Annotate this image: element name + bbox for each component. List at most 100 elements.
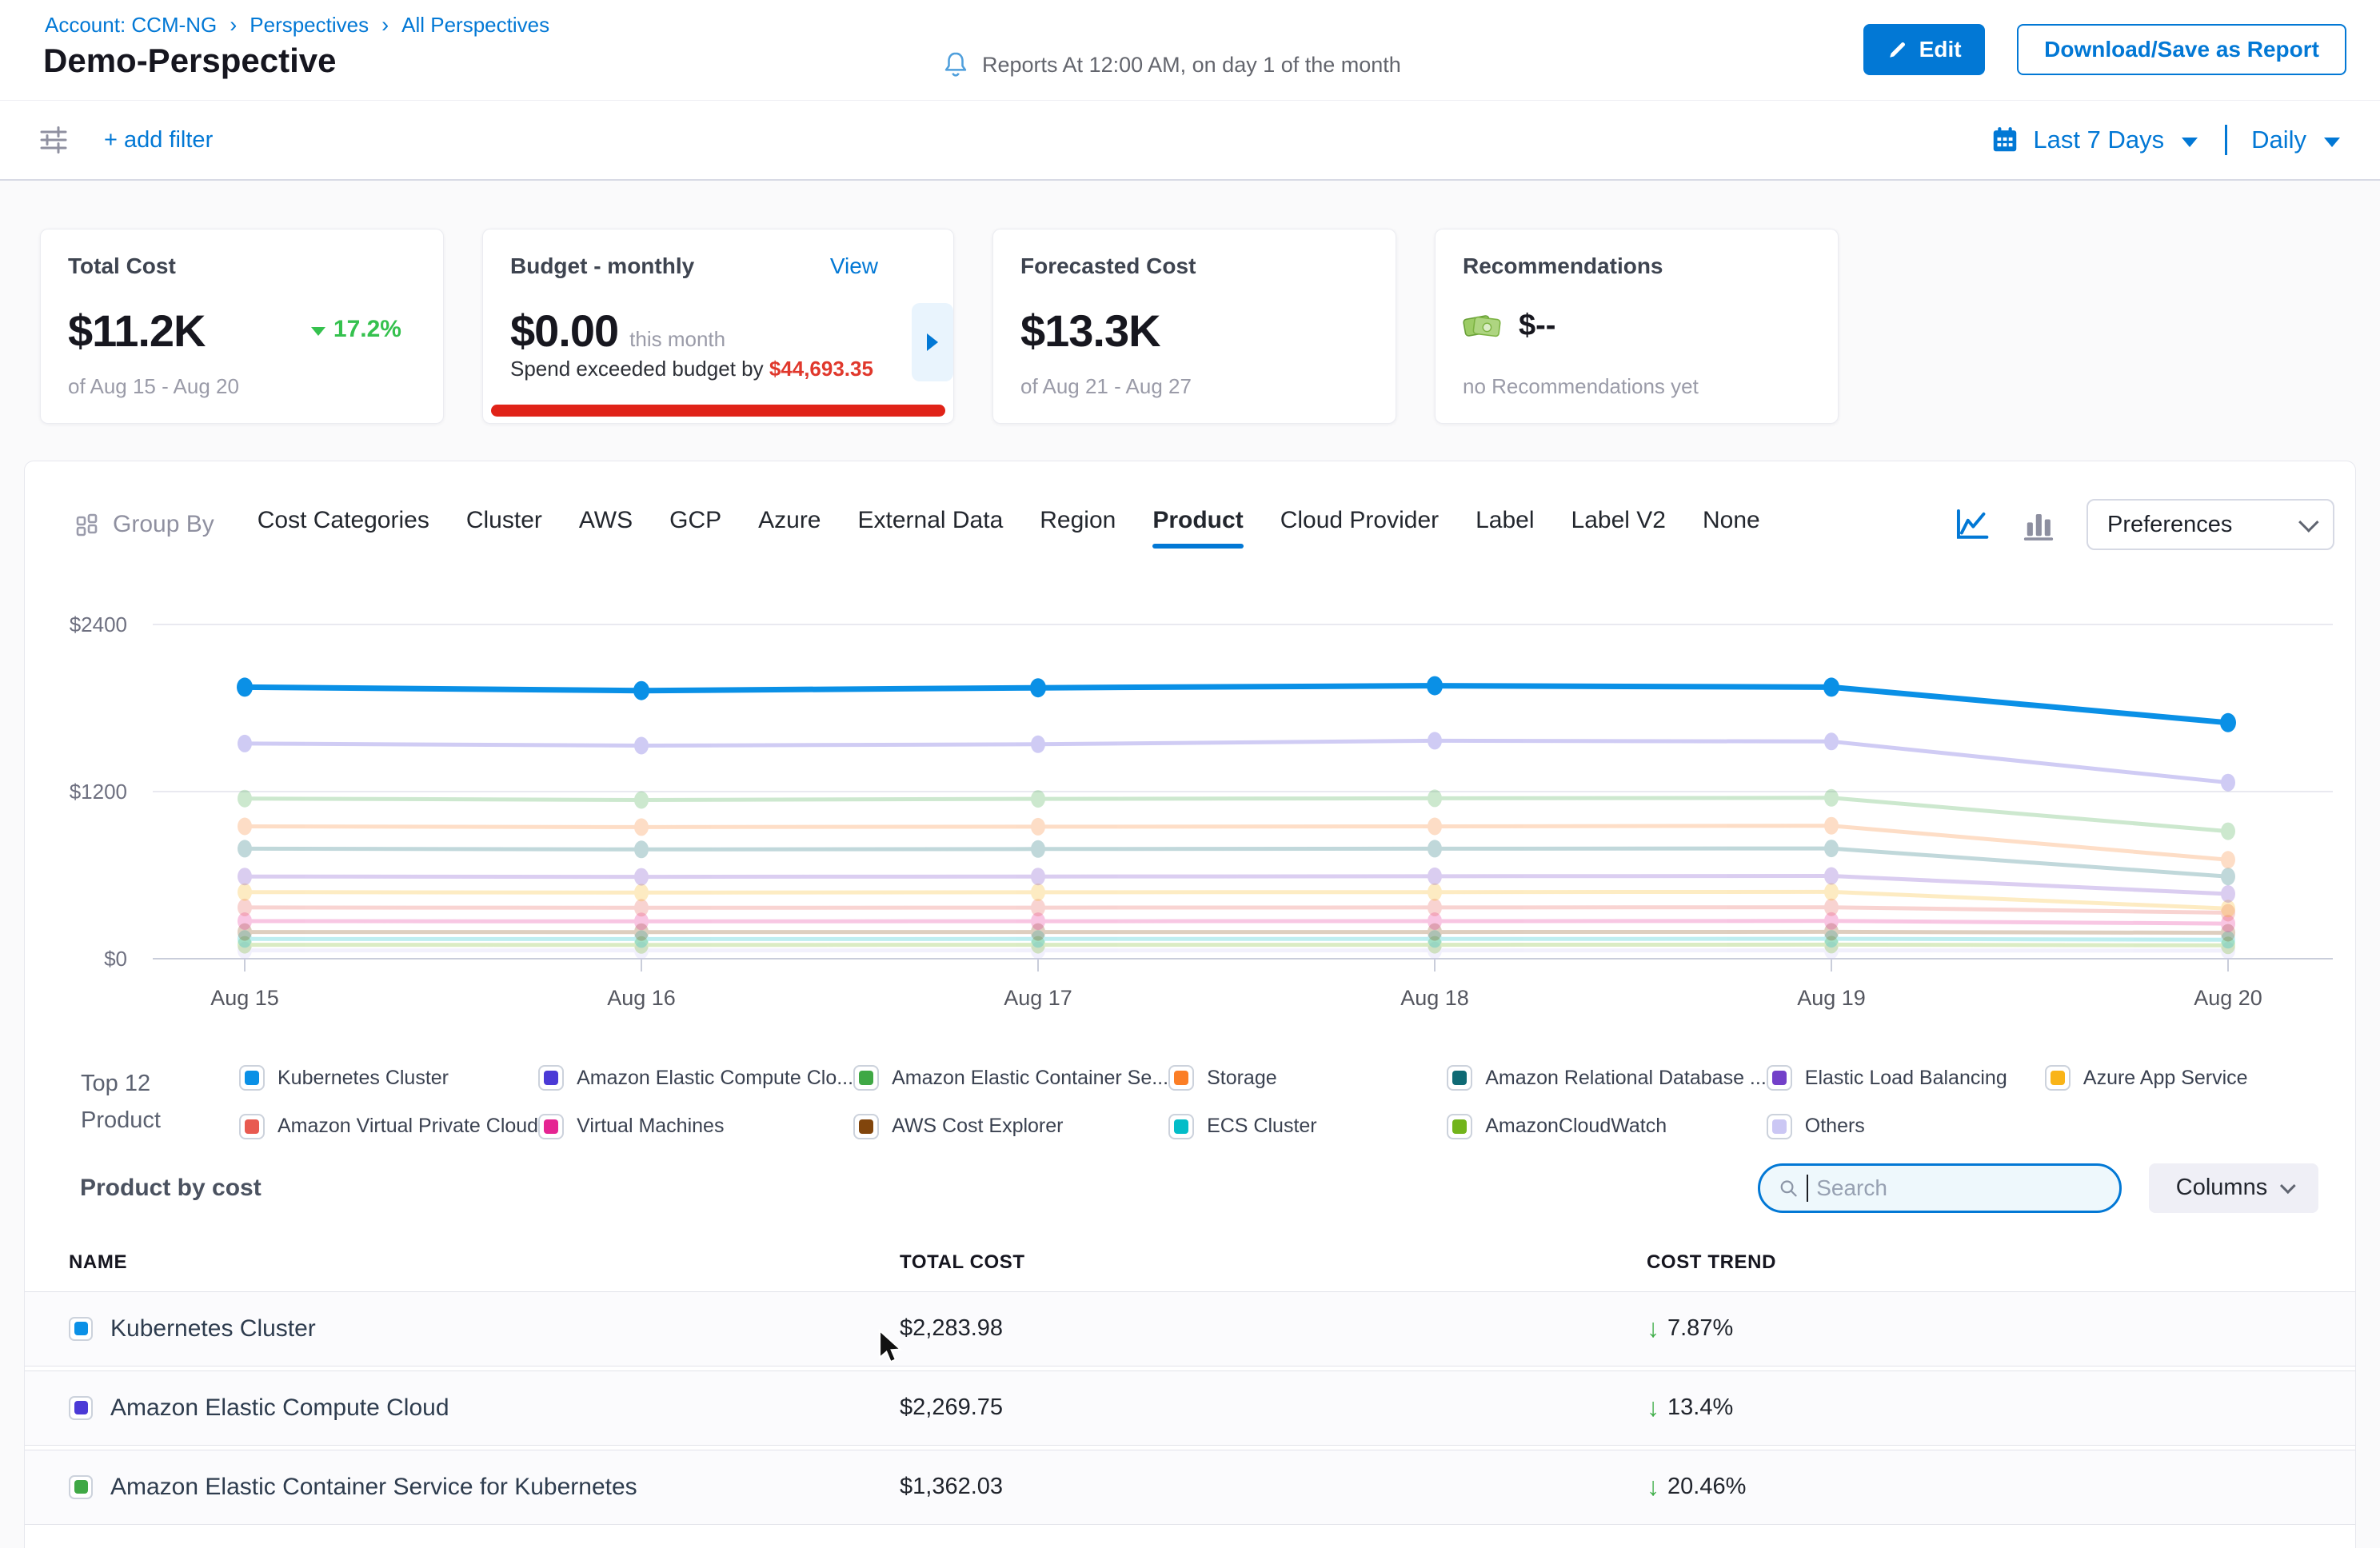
budget-expand-button[interactable] <box>912 303 953 381</box>
granularity-selector[interactable]: Daily <box>2251 126 2306 154</box>
color-swatch <box>853 1114 879 1139</box>
group-by-row: Group By Cost Categories Cluster AWS GCP Azu… <box>25 490 2355 559</box>
legend-label: Virtual Machines <box>577 1115 724 1138</box>
recommendations-empty-text: no Recommendations yet <box>1463 374 1699 399</box>
tab-label[interactable]: Label <box>1476 507 1534 542</box>
budget-value: $0.00 <box>510 305 618 357</box>
table-toolbar: Product by cost Columns <box>25 1163 2355 1213</box>
x-axis-label: Aug 18 <box>1400 986 1469 1010</box>
table-row-amazon-elastic-container-service-for-kubernetes[interactable]: Amazon Elastic Container Service for Kub… <box>25 1450 2355 1525</box>
color-swatch <box>1168 1114 1194 1139</box>
breadcrumb-all-perspectives[interactable]: All Perspectives <box>401 13 549 38</box>
legend-item-kubernetes-cluster[interactable]: Kubernetes Cluster <box>239 1065 538 1091</box>
legend-item-aws-cost-explorer[interactable]: AWS Cost Explorer <box>853 1114 1168 1139</box>
download-save-report-button[interactable]: Download/Save as Report <box>2017 24 2346 75</box>
budget-title: Budget - monthly <box>510 253 694 279</box>
line-chart-icon[interactable] <box>1954 508 1991 541</box>
tab-product[interactable]: Product <box>1152 507 1243 542</box>
forecasted-cost-card: Forecasted Cost $13.3K of Aug 21 - Aug 2… <box>992 229 1396 424</box>
chart-type-toggle: Preferences <box>1954 499 2334 550</box>
preferences-label: Preferences <box>2107 512 2232 538</box>
legend-item-azure-app-service[interactable]: Azure App Service <box>2045 1065 2323 1091</box>
legend-item-amazoncloudwatch[interactable]: AmazonCloudWatch <box>1447 1114 1767 1139</box>
legend-item-virtual-machines[interactable]: Virtual Machines <box>538 1114 853 1139</box>
trend-down-icon: ↓ <box>1647 1472 1659 1502</box>
color-swatch <box>1168 1065 1194 1091</box>
budget-progress-bar <box>491 405 945 417</box>
legend-label: Amazon Elastic Container Se... <box>892 1067 1168 1090</box>
legend-item-amazon-elastic-compute-clo[interactable]: Amazon Elastic Compute Clo... <box>538 1065 853 1091</box>
legend-label: Kubernetes Cluster <box>278 1067 449 1090</box>
budget-value-suffix: this month <box>629 327 725 352</box>
y-axis-label: $2400 <box>70 612 127 636</box>
tab-external-data[interactable]: External Data <box>858 507 1004 542</box>
calendar-icon <box>1990 125 2020 155</box>
search-input[interactable] <box>1816 1175 2102 1201</box>
tab-cluster[interactable]: Cluster <box>466 507 542 542</box>
legend-item-others[interactable]: Others <box>1767 1114 2045 1139</box>
x-axis-label: Aug 17 <box>1004 986 1072 1010</box>
color-swatch <box>1767 1114 1792 1139</box>
forecasted-cost-period: of Aug 21 - Aug 27 <box>1020 374 1192 399</box>
breadcrumb-perspectives[interactable]: Perspectives <box>250 13 369 38</box>
search-box[interactable] <box>1758 1163 2122 1213</box>
trend-down-icon: ↓ <box>1647 1393 1659 1422</box>
columns-dropdown[interactable]: Columns <box>2149 1163 2318 1213</box>
tab-azure[interactable]: Azure <box>758 507 821 542</box>
color-swatch <box>1767 1065 1792 1091</box>
legend-item-amazon-relational-database[interactable]: Amazon Relational Database ... <box>1447 1065 1767 1091</box>
grid-icon <box>74 512 100 537</box>
tab-cost-categories[interactable]: Cost Categories <box>258 507 429 542</box>
legend-label: Storage <box>1207 1067 1277 1090</box>
time-controls: Last 7 Days Daily <box>1990 125 2343 155</box>
edit-button-label: Edit <box>1919 37 1962 62</box>
table-row-amazon-elastic-compute-cloud[interactable]: Amazon Elastic Compute Cloud$2,269.75↓13… <box>25 1370 2355 1446</box>
tab-aws[interactable]: AWS <box>579 507 633 542</box>
row-total-cost: $2,283.98 <box>900 1315 1647 1342</box>
bar-chart-icon[interactable] <box>2021 508 2056 541</box>
row-cost-trend: 20.46% <box>1667 1474 1746 1500</box>
legend-item-ecs-cluster[interactable]: ECS Cluster <box>1168 1114 1447 1139</box>
preferences-dropdown[interactable]: Preferences <box>2086 499 2334 550</box>
add-filter-button[interactable]: + add filter <box>104 127 213 154</box>
legend-label: Azure App Service <box>2083 1067 2248 1090</box>
x-axis-label: Aug 16 <box>607 986 676 1010</box>
tab-gcp[interactable]: GCP <box>669 507 721 542</box>
filter-sliders-icon[interactable] <box>37 123 70 157</box>
mouse-cursor <box>877 1329 908 1366</box>
legend-item-storage[interactable]: Storage <box>1168 1065 1447 1091</box>
legend-item-amazon-elastic-container-se[interactable]: Amazon Elastic Container Se... <box>853 1065 1168 1091</box>
x-axis-label: Aug 15 <box>210 986 279 1010</box>
tab-cloud-provider[interactable]: Cloud Provider <box>1280 507 1439 542</box>
legend-caption-bottom: Product <box>81 1102 201 1139</box>
breadcrumb: Account: CCM-NG › Perspectives › All Per… <box>45 13 549 38</box>
row-total-cost: $1,362.03 <box>900 1474 1647 1500</box>
legend-items: Kubernetes Cluster Amazon Elastic Compute… <box>239 1065 2323 1139</box>
chevron-down-icon <box>2298 512 2318 532</box>
search-icon <box>1778 1176 1799 1200</box>
tab-region[interactable]: Region <box>1040 507 1116 542</box>
x-axis-label: Aug 20 <box>2194 986 2262 1010</box>
row-cost-trend: 13.4% <box>1667 1394 1733 1421</box>
legend-item-amazon-virtual-private-cloud[interactable]: Amazon Virtual Private Cloud <box>239 1114 538 1139</box>
tab-label-v2[interactable]: Label V2 <box>1571 507 1666 542</box>
date-range-selector[interactable]: Last 7 Days <box>2033 126 2164 154</box>
color-swatch <box>69 1475 93 1499</box>
budget-view-link[interactable]: View <box>830 253 878 279</box>
color-swatch <box>1447 1114 1472 1139</box>
granularity-caret-icon[interactable] <box>2324 138 2340 147</box>
group-by-text: Group By <box>113 511 214 538</box>
date-range-caret-icon[interactable] <box>2182 138 2198 147</box>
color-swatch <box>2045 1065 2071 1091</box>
groupby-tabs: Cost Categories Cluster AWS GCP Azure Externa… <box>258 507 1760 542</box>
pencil-icon <box>1887 39 1908 60</box>
tab-none[interactable]: None <box>1703 507 1760 542</box>
breadcrumb-account[interactable]: Account: CCM-NG <box>45 13 217 38</box>
legend-item-elastic-load-balancing[interactable]: Elastic Load Balancing <box>1767 1065 2045 1091</box>
edit-button[interactable]: Edit <box>1863 24 1985 75</box>
perspective-panel: Group By Cost Categories Cluster AWS GCP Azu… <box>24 461 2356 1548</box>
table-row-kubernetes-cluster[interactable]: Kubernetes Cluster$2,283.98↓7.87% <box>25 1291 2355 1366</box>
legend-label: Others <box>1805 1115 1865 1138</box>
cost-line-chart[interactable]: $0$1200$2400Aug 15Aug 16Aug 17Aug 18Aug … <box>25 591 2333 1023</box>
breadcrumb-separator: › <box>381 13 389 38</box>
